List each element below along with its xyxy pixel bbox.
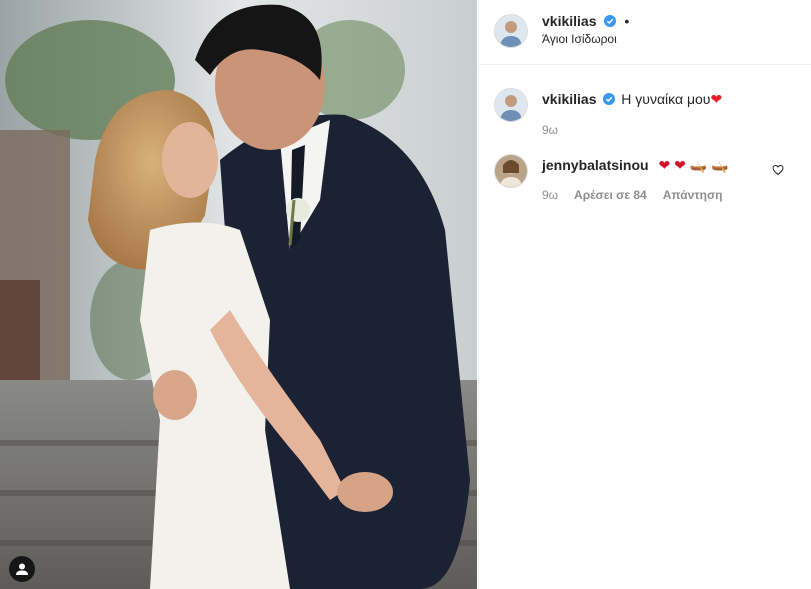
caption-comment: vkikilias Η γυναίκα μου❤ xyxy=(542,91,722,108)
commenter-avatar[interactable] xyxy=(495,155,527,187)
profile-picture-icon xyxy=(495,155,527,187)
post-photo[interactable] xyxy=(0,0,477,589)
separator-dot: • xyxy=(624,13,630,29)
comment-timestamp[interactable]: 9ω xyxy=(542,188,558,202)
caption-text: Η γυναίκα μου xyxy=(621,91,711,107)
post-author-username[interactable]: vkikilias xyxy=(542,13,597,29)
commenter-username[interactable]: jennybalatsinou xyxy=(542,157,649,173)
profile-picture-icon xyxy=(495,89,527,121)
profile-picture-icon xyxy=(495,15,527,47)
heart-outline-icon[interactable] xyxy=(772,164,784,176)
comment-emoji-text: ❤ ❤ 🛶 🛶 xyxy=(658,157,729,173)
verified-badge-icon xyxy=(603,15,616,27)
user-tag-button[interactable] xyxy=(9,556,35,582)
comment-likes[interactable]: Αρέσει σε 84 xyxy=(574,188,647,202)
caption-timestamp[interactable]: 9ω xyxy=(542,123,558,137)
avatar[interactable] xyxy=(495,15,527,47)
comment-meta: 9ω Αρέσει σε 84 Απάντηση xyxy=(542,188,723,202)
user-tag-icon xyxy=(16,563,28,575)
caption-username[interactable]: vkikilias xyxy=(542,91,597,107)
post-location[interactable]: Άγιοι Ισίδωροι xyxy=(542,32,617,46)
post-sidebar: vkikilias • Άγιοι Ισίδωροι vkikilias Η γ… xyxy=(478,0,811,589)
caption-meta: 9ω xyxy=(542,123,558,137)
caption-avatar[interactable] xyxy=(495,89,527,121)
wedding-photo xyxy=(0,0,477,589)
post-header: vkikilias • Άγιοι Ισίδωροι xyxy=(479,0,811,65)
verified-badge-icon xyxy=(603,93,616,105)
reply-button[interactable]: Απάντηση xyxy=(663,188,723,202)
heart-emoji: ❤ xyxy=(710,91,723,107)
comment-item: jennybalatsinou ❤ ❤ 🛶 🛶 xyxy=(542,157,728,174)
